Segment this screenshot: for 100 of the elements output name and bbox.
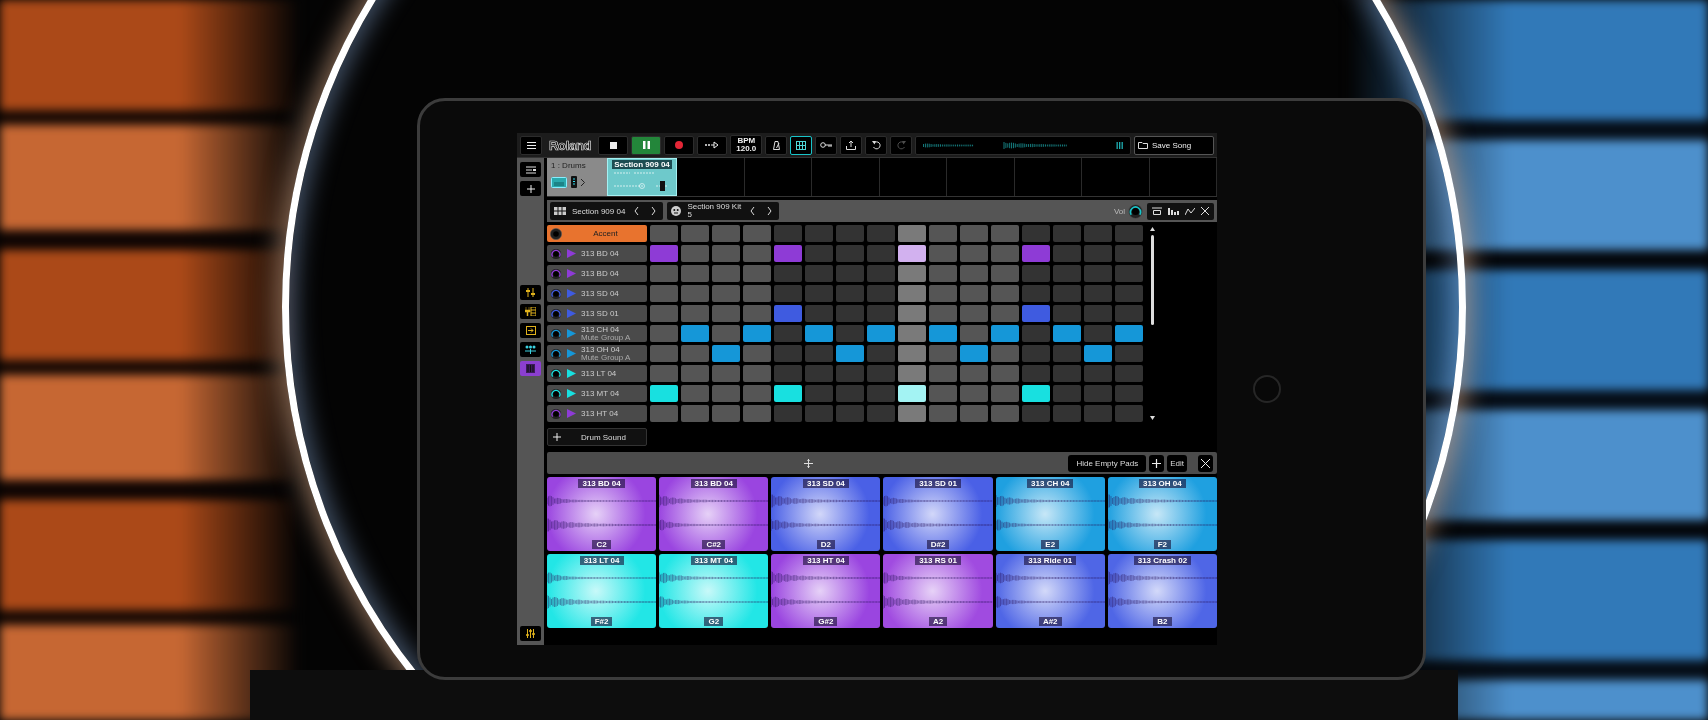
- step-pad[interactable]: [681, 225, 709, 242]
- step-pad[interactable]: [681, 265, 709, 282]
- step-pad[interactable]: [1115, 225, 1143, 242]
- step-pad[interactable]: [712, 305, 740, 322]
- step-pad[interactable]: [805, 325, 833, 342]
- step-pad[interactable]: [712, 405, 740, 422]
- drum-pad[interactable]: 313 BD 04 C#2: [659, 477, 769, 551]
- step-pad[interactable]: [1115, 325, 1143, 342]
- step-pad[interactable]: [743, 365, 771, 382]
- sliders-tool-button[interactable]: [520, 284, 541, 300]
- step-pad[interactable]: [1115, 365, 1143, 382]
- step-pad[interactable]: [712, 225, 740, 242]
- drum-icon[interactable]: [1152, 207, 1162, 215]
- step-pad[interactable]: [867, 225, 895, 242]
- step-pad[interactable]: [743, 305, 771, 322]
- play-icon[interactable]: [567, 389, 576, 398]
- drum-sound-label[interactable]: 313 LT 04: [547, 365, 647, 382]
- step-pad[interactable]: [991, 365, 1019, 382]
- step-pad[interactable]: [805, 405, 833, 422]
- step-pad[interactable]: [1084, 225, 1112, 242]
- drum-pad[interactable]: 313 RS 01 A2: [883, 554, 993, 628]
- step-pad[interactable]: [836, 325, 864, 342]
- step-pad[interactable]: [898, 265, 926, 282]
- step-pad[interactable]: [929, 345, 957, 362]
- step-pad[interactable]: [712, 285, 740, 302]
- step-pad[interactable]: [898, 405, 926, 422]
- track-header[interactable]: 1 : Drums: [547, 158, 607, 196]
- step-pad[interactable]: [681, 365, 709, 382]
- step-pad[interactable]: [960, 225, 988, 242]
- mixer-button[interactable]: [520, 626, 541, 641]
- add-drum-sound-button[interactable]: Drum Sound: [547, 428, 647, 446]
- step-pad[interactable]: [929, 405, 957, 422]
- step-pad[interactable]: [1115, 345, 1143, 362]
- play-icon[interactable]: [567, 369, 576, 378]
- step-pad[interactable]: [712, 365, 740, 382]
- step-pad[interactable]: [774, 325, 802, 342]
- step-pad[interactable]: [929, 385, 957, 402]
- step-pad[interactable]: [1053, 265, 1081, 282]
- group-tool-button[interactable]: [520, 341, 541, 357]
- step-pad[interactable]: [1053, 345, 1081, 362]
- step-pad[interactable]: [1022, 225, 1050, 242]
- drum-sound-label[interactable]: 313 OH 04 Mute Group A: [547, 345, 647, 362]
- step-pad[interactable]: [681, 345, 709, 362]
- velocity-bars-icon[interactable]: [1168, 207, 1179, 215]
- step-pad[interactable]: [712, 345, 740, 362]
- step-pad[interactable]: [1115, 385, 1143, 402]
- drum-pad[interactable]: 313 SD 01 D#2: [883, 477, 993, 551]
- step-pad[interactable]: [898, 245, 926, 262]
- step-pad[interactable]: [1084, 305, 1112, 322]
- step-pad[interactable]: [867, 325, 895, 342]
- drum-pad[interactable]: 313 Ride 01 A#2: [995, 554, 1105, 628]
- step-pad[interactable]: [836, 305, 864, 322]
- step-pad[interactable]: [1115, 405, 1143, 422]
- play-icon[interactable]: [567, 349, 576, 358]
- step-pad[interactable]: [960, 325, 988, 342]
- step-pad[interactable]: [1022, 245, 1050, 262]
- step-pad[interactable]: [743, 345, 771, 362]
- add-pad-button[interactable]: [1149, 454, 1165, 472]
- step-pad[interactable]: [805, 345, 833, 362]
- drum-pad[interactable]: 313 HT 04 G#2: [771, 554, 881, 628]
- step-pad[interactable]: [929, 285, 957, 302]
- step-pad[interactable]: [681, 245, 709, 262]
- step-pad[interactable]: [1022, 405, 1050, 422]
- drum-pad[interactable]: 313 OH 04 F2: [1107, 477, 1217, 551]
- step-pad[interactable]: [774, 345, 802, 362]
- step-pad[interactable]: [681, 385, 709, 402]
- step-pad[interactable]: [836, 365, 864, 382]
- drum-pad[interactable]: 313 CH 04 E2: [995, 477, 1105, 551]
- step-pad[interactable]: [960, 345, 988, 362]
- step-pad[interactable]: [650, 225, 678, 242]
- step-pad[interactable]: [805, 305, 833, 322]
- pattern-clip[interactable]: Section 909 04: [607, 158, 677, 196]
- drum-sound-label[interactable]: 313 MT 04: [547, 385, 647, 402]
- step-pad[interactable]: [1053, 305, 1081, 322]
- step-pad[interactable]: [743, 285, 771, 302]
- step-pad[interactable]: [681, 285, 709, 302]
- step-pad[interactable]: [960, 365, 988, 382]
- accent-label[interactable]: Accent: [547, 225, 647, 242]
- step-pad[interactable]: [1084, 385, 1112, 402]
- step-pad[interactable]: [681, 325, 709, 342]
- pause-button[interactable]: [631, 135, 662, 155]
- step-pad[interactable]: [836, 405, 864, 422]
- step-pad[interactable]: [1115, 245, 1143, 262]
- key-button[interactable]: [815, 135, 838, 155]
- step-pad[interactable]: [774, 265, 802, 282]
- step-pad[interactable]: [774, 225, 802, 242]
- step-pad[interactable]: [650, 285, 678, 302]
- drum-pad[interactable]: 313 Crash 02 B2: [1107, 554, 1217, 628]
- step-pad[interactable]: [1115, 305, 1143, 322]
- step-pad[interactable]: [898, 385, 926, 402]
- step-pad[interactable]: [743, 245, 771, 262]
- step-pad[interactable]: [712, 265, 740, 282]
- step-pad[interactable]: [991, 325, 1019, 342]
- step-pad[interactable]: [1022, 305, 1050, 322]
- step-pad[interactable]: [650, 385, 678, 402]
- knob-icon[interactable]: [1128, 203, 1143, 219]
- knob-icon[interactable]: [550, 227, 562, 240]
- hide-empty-pads-button[interactable]: Hide Empty Pads: [1068, 454, 1147, 472]
- step-pad[interactable]: [867, 285, 895, 302]
- knob-icon[interactable]: [550, 347, 562, 360]
